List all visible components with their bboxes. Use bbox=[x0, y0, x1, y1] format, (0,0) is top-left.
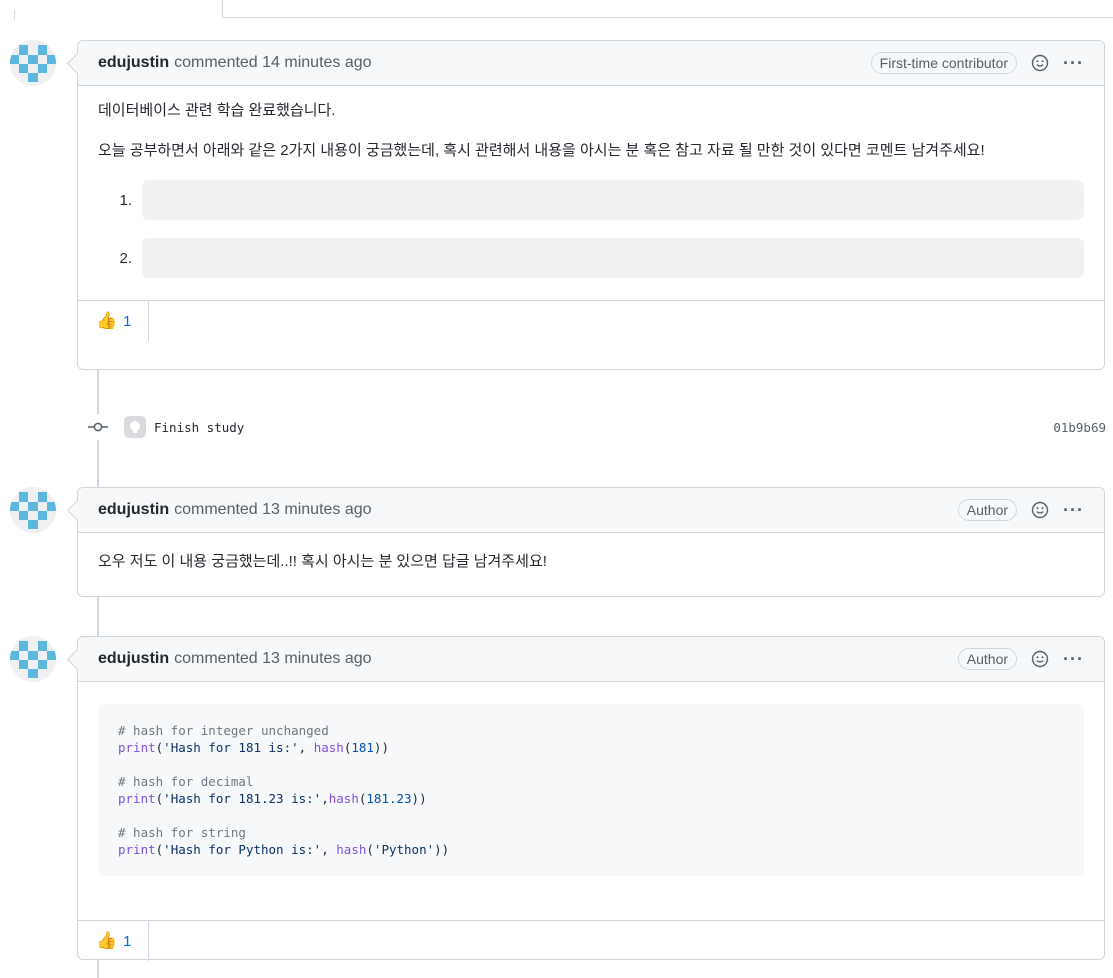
list-item-content bbox=[142, 180, 1084, 220]
comment-text: 데이터베이스 관련 학습 완료했습니다. bbox=[98, 102, 336, 119]
author-badge: Author bbox=[957, 499, 1018, 521]
code-function: print bbox=[118, 791, 156, 806]
timeline-line bbox=[97, 960, 99, 978]
kebab-horizontal-icon[interactable]: ··· bbox=[1063, 53, 1084, 74]
identicon-avatar bbox=[10, 636, 56, 682]
code-function: hash bbox=[336, 842, 367, 857]
comment-text: 오늘 공부하면서 아래와 같은 2가지 내용이 궁금했는데, 혹시 관련해서 내… bbox=[98, 142, 985, 159]
comment-author[interactable]: edujustin bbox=[98, 650, 169, 668]
timeline-edge bbox=[222, 0, 223, 18]
code-string: 'Hash for 181.23 is:' bbox=[163, 791, 322, 806]
code-function: print bbox=[118, 842, 156, 857]
avatar[interactable] bbox=[10, 487, 56, 533]
smiley-icon[interactable] bbox=[1031, 54, 1049, 72]
git-commit-icon bbox=[84, 414, 114, 440]
smiley-icon[interactable] bbox=[1031, 501, 1049, 519]
comment-header: edujustin commented 14 minutes ago First… bbox=[78, 41, 1104, 86]
comment-body: # hash for integer unchanged print('Hash… bbox=[78, 682, 1104, 920]
code-string: 'Python' bbox=[373, 842, 435, 857]
identicon-avatar bbox=[10, 487, 56, 533]
code-number: 181.23 bbox=[366, 791, 412, 806]
comment-text: 오우 저도 이 내용 궁금했는데..!! 혹시 아시는 분 있으면 답글 남겨주… bbox=[98, 553, 547, 570]
reactions-bar: 👍 1 bbox=[78, 920, 1104, 961]
author-badge: Author bbox=[957, 648, 1018, 670]
comment-header: edujustin commented 13 minutes ago Autho… bbox=[78, 637, 1104, 682]
reaction-count: 1 bbox=[123, 312, 132, 330]
divider bbox=[222, 17, 1113, 18]
code-comment: # hash for string bbox=[118, 825, 246, 840]
comment-header: edujustin commented 13 minutes ago Autho… bbox=[78, 488, 1104, 533]
code-block[interactable]: # hash for integer unchanged print('Hash… bbox=[98, 704, 1084, 876]
code-function: hash bbox=[328, 791, 359, 806]
code-comment: # hash for integer unchanged bbox=[118, 723, 329, 738]
github-avatar-icon[interactable] bbox=[124, 416, 146, 438]
list-number: 2. bbox=[119, 249, 132, 267]
code-string: 'Hash for Python is:' bbox=[163, 842, 322, 857]
comment-card: edujustin commented 13 minutes ago Autho… bbox=[77, 487, 1105, 597]
code-function: hash bbox=[313, 740, 344, 755]
thumbs-up-reaction-button[interactable]: 👍 1 bbox=[78, 301, 149, 341]
list-item: 2. bbox=[98, 238, 1084, 278]
code-function: print bbox=[118, 740, 156, 755]
reactions-bar: 👍 1 bbox=[78, 300, 1104, 341]
avatar[interactable] bbox=[10, 636, 56, 682]
comment-author[interactable]: edujustin bbox=[98, 501, 169, 519]
pull-request-conversation: edujustin commented 14 minutes ago First… bbox=[0, 0, 1113, 978]
reaction-count: 1 bbox=[123, 932, 132, 950]
timeline-edge bbox=[14, 10, 15, 20]
kebab-horizontal-icon[interactable]: ··· bbox=[1063, 649, 1084, 670]
commit-sha[interactable]: 01b9b69 bbox=[1053, 420, 1106, 435]
comment-card: edujustin commented 13 minutes ago Autho… bbox=[77, 636, 1105, 961]
code-string: 'Hash for 181 is:' bbox=[163, 740, 299, 755]
thumbs-up-icon: 👍 bbox=[96, 931, 118, 950]
code-number: 181 bbox=[351, 740, 374, 755]
commit-event: Finish study 01b9b69 bbox=[84, 414, 1106, 440]
comment-author[interactable]: edujustin bbox=[98, 54, 169, 72]
comment-body: 오우 저도 이 내용 궁금했는데..!! 혹시 아시는 분 있으면 답글 남겨주… bbox=[78, 533, 1104, 607]
list-number: 1. bbox=[119, 191, 132, 209]
contributor-badge: First-time contributor bbox=[870, 52, 1018, 74]
code-comment: # hash for decimal bbox=[118, 774, 254, 789]
comment-timestamp[interactable]: commented 13 minutes ago bbox=[174, 501, 371, 519]
comment-timestamp[interactable]: commented 13 minutes ago bbox=[174, 650, 371, 668]
thumbs-up-reaction-button[interactable]: 👍 1 bbox=[78, 921, 149, 961]
comment-timestamp[interactable]: commented 14 minutes ago bbox=[174, 54, 371, 72]
commit-message[interactable]: Finish study bbox=[154, 420, 244, 435]
avatar[interactable] bbox=[10, 40, 56, 86]
list-item-content bbox=[142, 238, 1084, 278]
comment-body: 데이터베이스 관련 학습 완료했습니다. 오늘 공부하면서 아래와 같은 2가지… bbox=[78, 86, 1104, 300]
identicon-avatar bbox=[10, 40, 56, 86]
list-item: 1. bbox=[98, 180, 1084, 220]
smiley-icon[interactable] bbox=[1031, 650, 1049, 668]
comment-card: edujustin commented 14 minutes ago First… bbox=[77, 40, 1105, 370]
thumbs-up-icon: 👍 bbox=[96, 311, 118, 330]
kebab-horizontal-icon[interactable]: ··· bbox=[1063, 500, 1084, 521]
